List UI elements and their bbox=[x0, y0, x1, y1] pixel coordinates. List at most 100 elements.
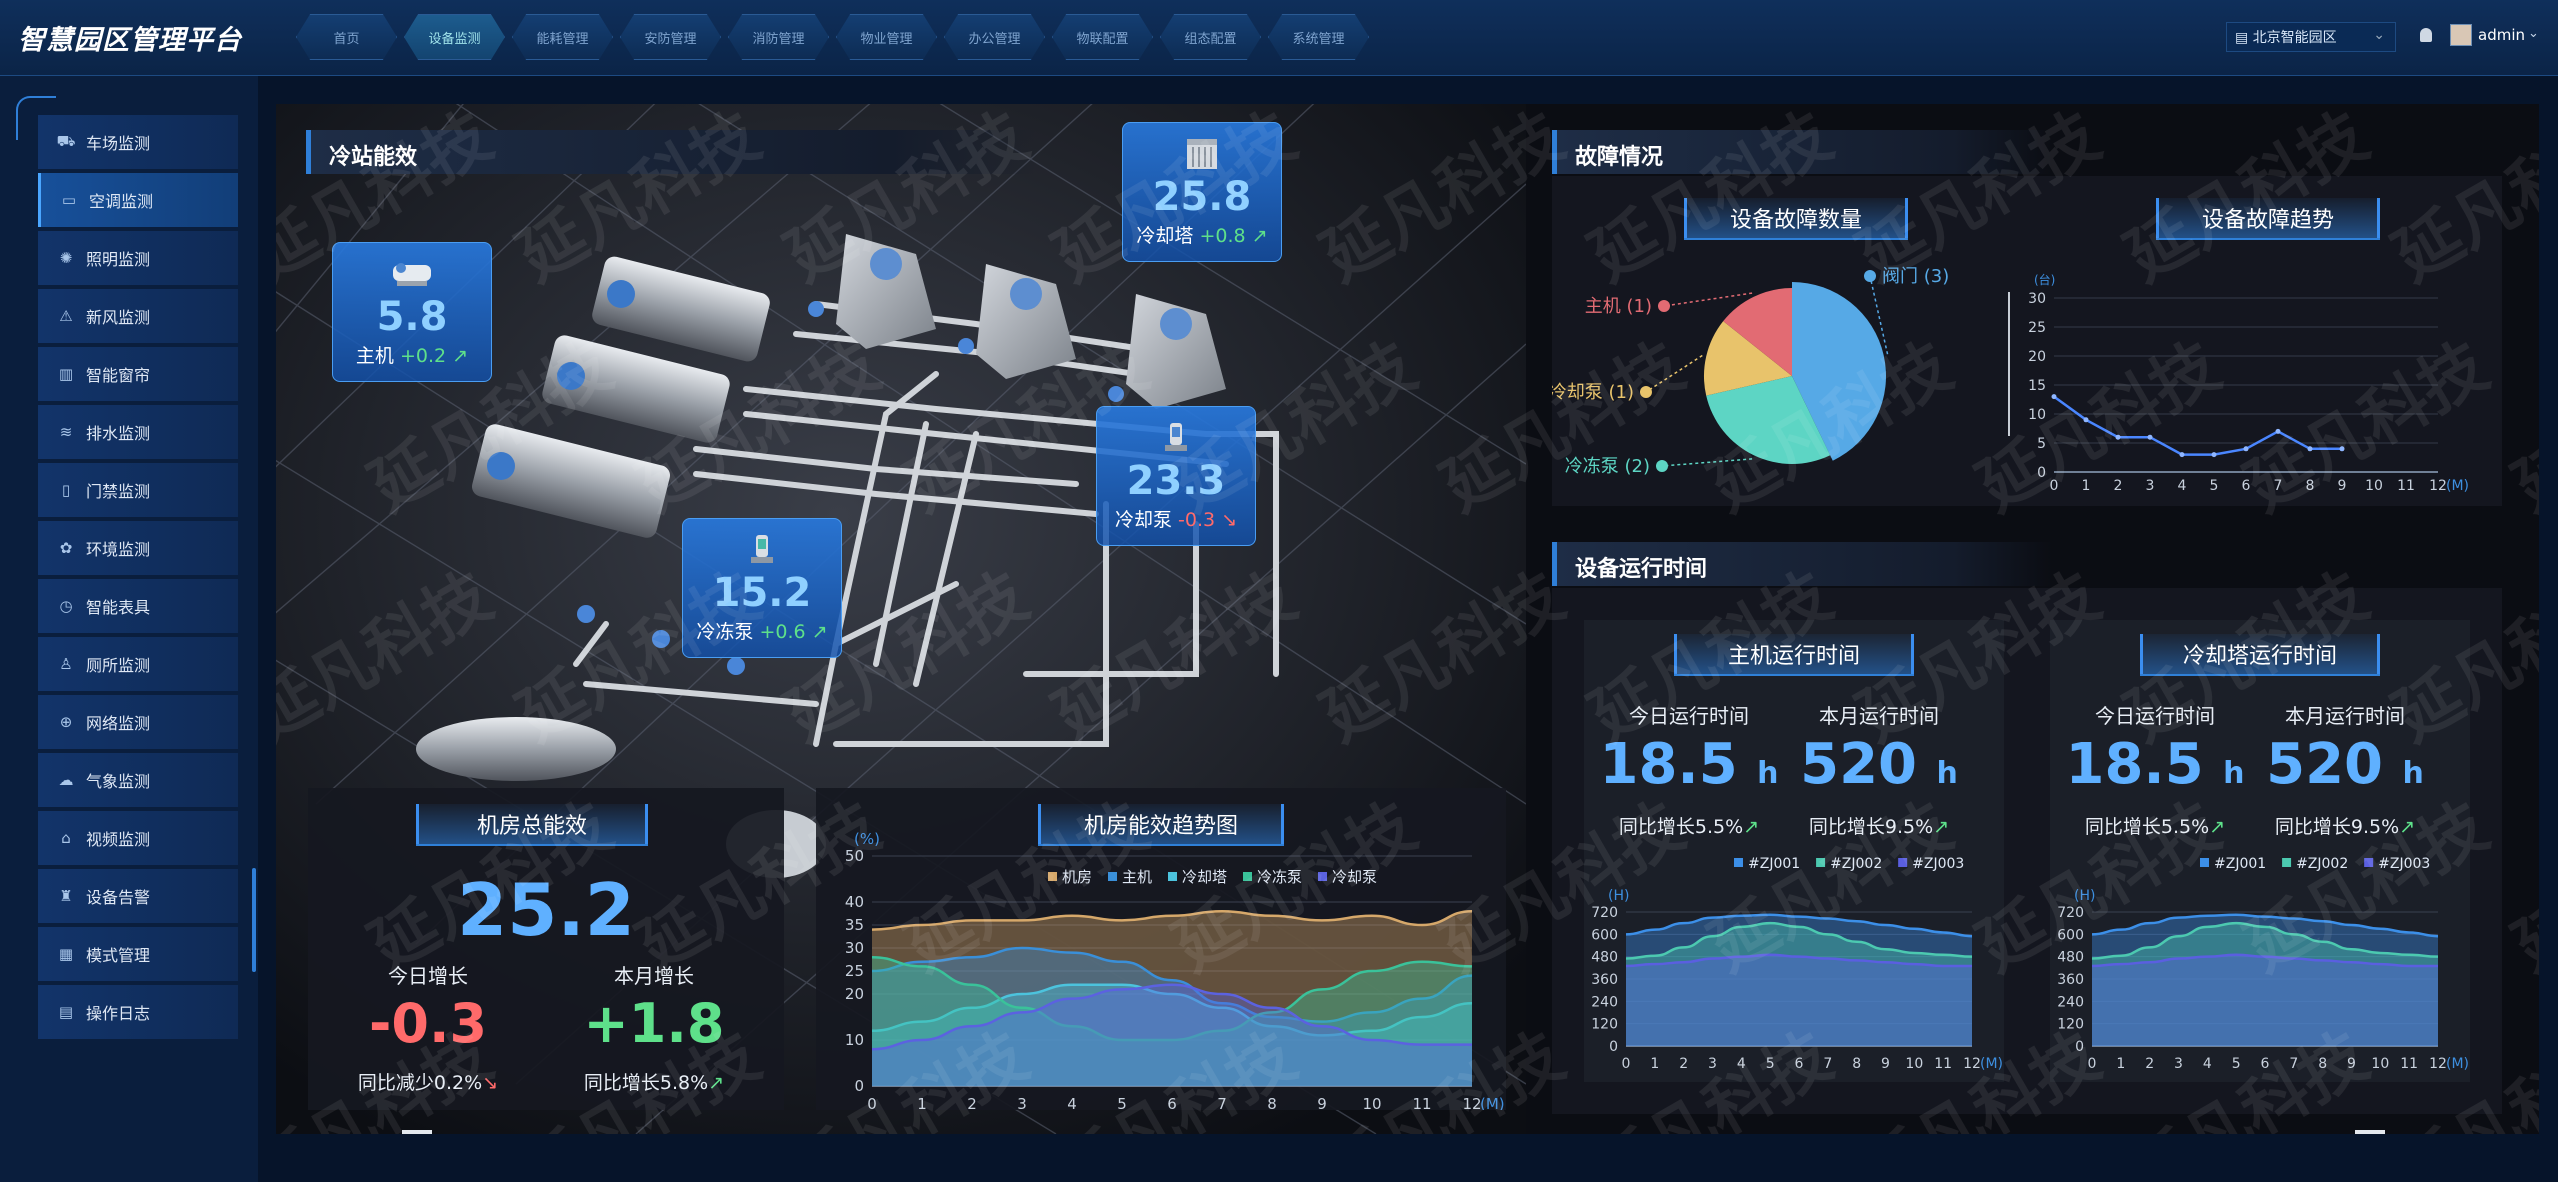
watermark-text: 延凡科技 bbox=[1041, 104, 1309, 297]
nav-item[interactable]: 组态配置 bbox=[1160, 14, 1261, 60]
sidebar-item[interactable]: ◷ 智能表具 bbox=[38, 579, 238, 633]
environment-icon: ✿ bbox=[59, 539, 73, 557]
nav-item[interactable]: 安防管理 bbox=[620, 14, 721, 60]
sidebar-item-label: 厕所监测 bbox=[86, 656, 151, 675]
sidebar-item[interactable]: ▭ 空调监测 bbox=[38, 173, 238, 227]
watermark-text: 延凡科技 bbox=[2501, 787, 2539, 987]
watermark-text: 延凡科技 bbox=[1041, 1017, 1309, 1134]
sidebar-scroll-handle[interactable] bbox=[252, 868, 256, 972]
nav-item[interactable]: 物业管理 bbox=[836, 14, 937, 60]
nav-item[interactable]: 设备监测 bbox=[404, 14, 505, 60]
door-icon: ▯ bbox=[61, 481, 71, 499]
watermark-text: 延凡科技 bbox=[625, 787, 893, 987]
watermark-text: 延凡科技 bbox=[2113, 557, 2381, 757]
log-icon: ▤ bbox=[58, 1003, 74, 1021]
sidebar-item[interactable]: ⛟ 车场监测 bbox=[38, 115, 238, 169]
brand-title: 智慧园区管理平台 bbox=[18, 25, 242, 56]
sidebar-item[interactable]: ≋ 排水监测 bbox=[38, 405, 238, 459]
watermark-text: 延凡科技 bbox=[2233, 787, 2501, 987]
alarm-icon: ♜ bbox=[59, 887, 73, 905]
watermark-text: 延凡科技 bbox=[1845, 104, 2113, 297]
sidebar-item[interactable]: ♙ 厕所监测 bbox=[38, 637, 238, 691]
sidebar-item[interactable]: ⊕ 网络监测 bbox=[38, 695, 238, 749]
top-header: 智慧园区管理平台 首页 设备监测 能耗管理 安防管理 消防管理 物业管理 办公管理 物联配置组… bbox=[0, 0, 2558, 76]
nav-item[interactable]: 系统管理 bbox=[1268, 14, 1369, 60]
sidebar-item-label: 模式管理 bbox=[86, 946, 151, 965]
region-select[interactable]: ▤ 北京智能园区 ⌄ bbox=[2226, 22, 2396, 52]
watermark-text: 延凡科技 bbox=[1845, 557, 2113, 757]
sidebar-item-label: 车场监测 bbox=[86, 134, 151, 153]
sidebar-item-label: 智能窗帘 bbox=[86, 366, 151, 385]
sidebar-item[interactable]: ▦ 模式管理 bbox=[38, 927, 238, 981]
sidebar-item[interactable]: ✺ 照明监测 bbox=[38, 231, 238, 285]
watermark-text: 延凡科技 bbox=[893, 327, 1161, 527]
watermark-text: 延凡科技 bbox=[357, 787, 625, 987]
camera-icon: ⌂ bbox=[61, 829, 71, 847]
sidebar-item[interactable]: ⌂ 视频监测 bbox=[38, 811, 238, 865]
watermark-text: 延凡科技 bbox=[2113, 104, 2381, 297]
watermark-text: 延凡科技 bbox=[1697, 327, 1965, 527]
sidebar-item-label: 网络监测 bbox=[86, 714, 151, 733]
watermark-text: 延凡科技 bbox=[357, 327, 625, 527]
toilet-icon: ♙ bbox=[59, 655, 73, 673]
sidebar-item[interactable]: ♜ 设备告警 bbox=[38, 869, 238, 923]
watermark-text: 延凡科技 bbox=[1577, 104, 1845, 297]
sidebar-item-label: 空调监测 bbox=[89, 192, 154, 211]
watermark-text: 延凡科技 bbox=[773, 104, 1041, 297]
watermark-text: 延凡科技 bbox=[1845, 1017, 2113, 1134]
chevron-down-icon: ⌄ bbox=[2373, 27, 2385, 43]
user-menu-chevron-icon[interactable]: ⌄ bbox=[2528, 26, 2539, 41]
region-label: 北京智能园区 bbox=[2252, 30, 2337, 46]
watermark-text: 延凡科技 bbox=[2113, 1017, 2381, 1134]
watermark-text: 延凡科技 bbox=[2501, 327, 2539, 527]
watermark-text: 延凡科技 bbox=[1965, 327, 2233, 527]
watermark-text: 延凡科技 bbox=[2233, 327, 2501, 527]
main-nav: 首页 设备监测 能耗管理 安防管理 消防管理 物业管理 办公管理 物联配置 组态配置 系统管理 bbox=[296, 14, 1369, 60]
watermark-text: 延凡科技 bbox=[1429, 787, 1697, 987]
bell-icon[interactable] bbox=[2420, 28, 2432, 42]
watermark-text: 延凡科技 bbox=[1309, 557, 1577, 757]
watermark-text: 延凡科技 bbox=[1161, 787, 1429, 987]
sidebar-item-label: 环境监测 bbox=[86, 540, 151, 559]
nav-item[interactable]: 办公管理 bbox=[944, 14, 1045, 60]
sidebar-item-label: 新风监测 bbox=[86, 308, 151, 327]
watermark-text: 延凡科技 bbox=[1697, 787, 1965, 987]
sidebar-item-label: 视频监测 bbox=[86, 830, 151, 849]
ventilation-icon: ⚠ bbox=[59, 307, 73, 325]
scroll-indicator-right[interactable] bbox=[2355, 1130, 2385, 1134]
nav-item[interactable]: 消防管理 bbox=[728, 14, 829, 60]
sidebar-item-label: 门禁监测 bbox=[86, 482, 151, 501]
sidebar-item[interactable]: ▥ 智能窗帘 bbox=[38, 347, 238, 401]
sidebar-item[interactable]: ⚠ 新风监测 bbox=[38, 289, 238, 343]
car-icon: ⛟ bbox=[56, 132, 76, 150]
nav-item[interactable]: 能耗管理 bbox=[512, 14, 613, 60]
watermark-text: 延凡科技 bbox=[773, 1017, 1041, 1134]
mode-icon: ▦ bbox=[58, 945, 74, 963]
sidebar-item[interactable]: ☁ 气象监测 bbox=[38, 753, 238, 807]
sidebar-item-label: 排水监测 bbox=[86, 424, 151, 443]
avatar[interactable] bbox=[2450, 24, 2472, 46]
user-name[interactable]: admin bbox=[2478, 26, 2525, 44]
scroll-indicator-left[interactable] bbox=[402, 1130, 432, 1134]
sidebar-item[interactable]: ✿ 环境监测 bbox=[38, 521, 238, 575]
watermark-text: 延凡科技 bbox=[1309, 1017, 1577, 1134]
watermark-layer: 延凡科技 延凡科技 延凡科技 延凡科技 延凡科技 延凡科技 延凡科技 延凡科技 延凡科技 延凡科技… bbox=[276, 104, 2539, 1134]
nav-item[interactable]: 首页 bbox=[296, 14, 397, 60]
sidebar-item-label: 照明监测 bbox=[86, 250, 151, 269]
main-content: 冷站能效 5.8 主机 +0.2 ↗ 25.8 冷却塔 +0.8 ↗ 23.3 … bbox=[276, 104, 2539, 1134]
sidebar-item[interactable]: ▯ 门禁监测 bbox=[38, 463, 238, 517]
watermark-text: 延凡科技 bbox=[1309, 104, 1577, 297]
watermark-text: 延凡科技 bbox=[505, 557, 773, 757]
weather-icon: ☁ bbox=[58, 771, 74, 789]
watermark-text: 延凡科技 bbox=[2381, 557, 2539, 757]
drainage-icon: ≋ bbox=[59, 423, 73, 441]
sidebar-item[interactable]: ▤ 操作日志 bbox=[38, 985, 238, 1039]
curtain-icon: ▥ bbox=[58, 365, 74, 383]
watermark-text: 延凡科技 bbox=[1577, 557, 1845, 757]
nav-item[interactable]: 物联配置 bbox=[1052, 14, 1153, 60]
watermark-text: 延凡科技 bbox=[505, 1017, 773, 1134]
watermark-text: 延凡科技 bbox=[625, 327, 893, 527]
watermark-text: 延凡科技 bbox=[276, 1017, 505, 1134]
watermark-text: 延凡科技 bbox=[276, 104, 505, 297]
watermark-text: 延凡科技 bbox=[1429, 327, 1697, 527]
